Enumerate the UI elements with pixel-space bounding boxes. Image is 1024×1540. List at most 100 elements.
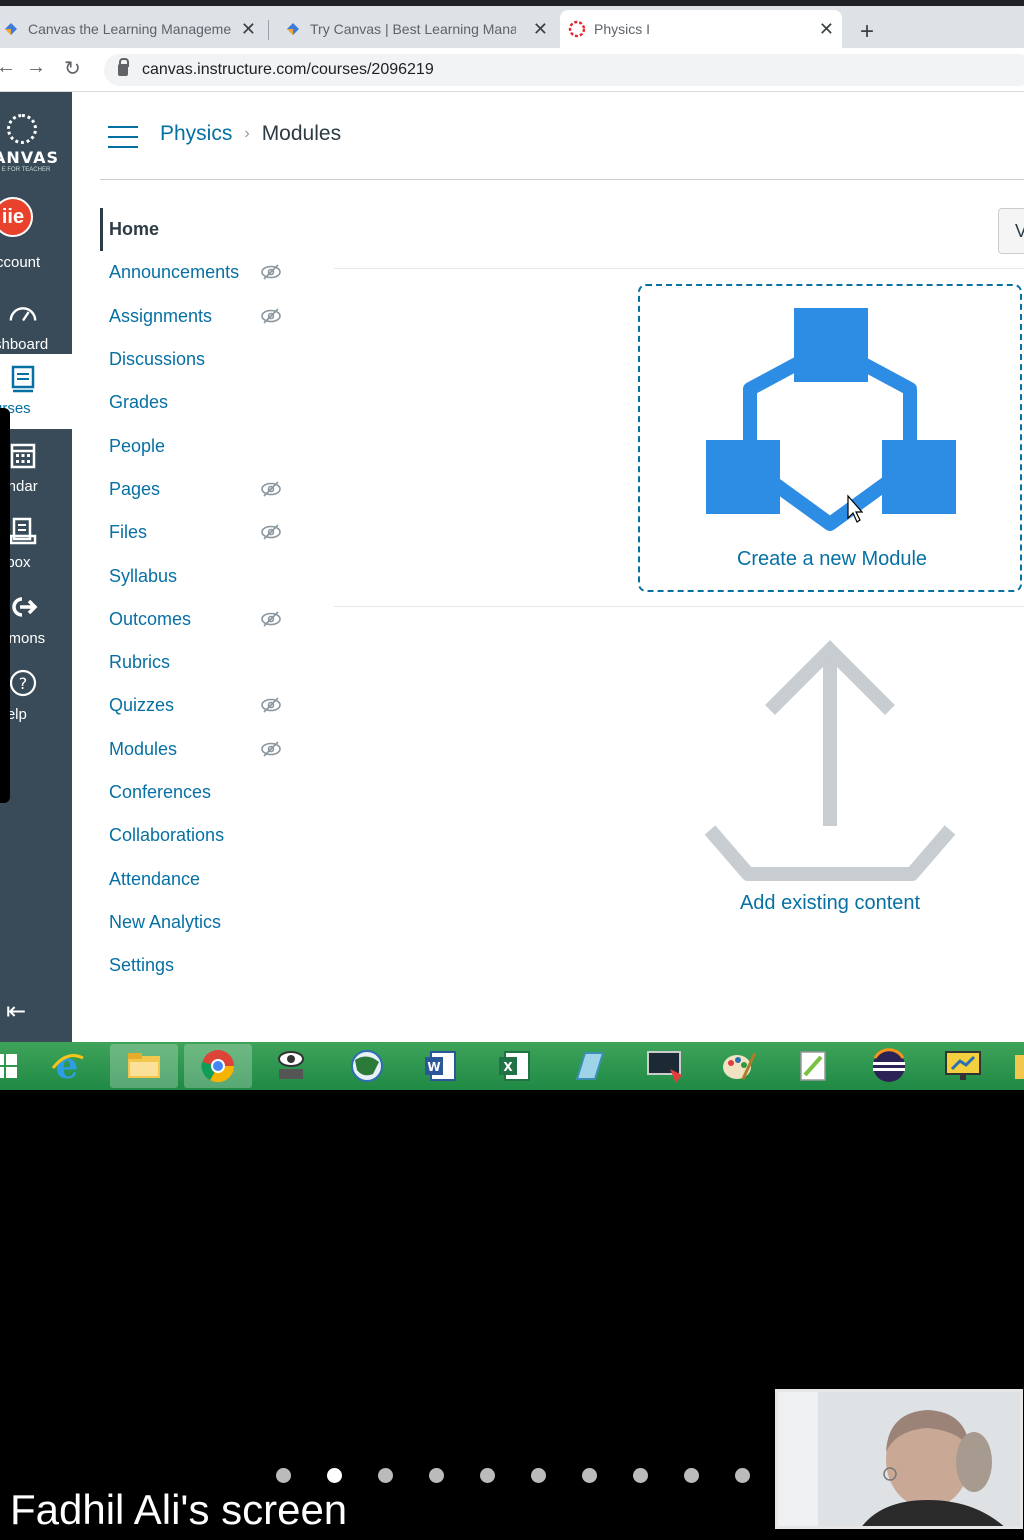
page-dot[interactable] [480, 1468, 495, 1483]
hidden-eye-icon [261, 611, 281, 627]
global-nav-inbox[interactable]: nbox [0, 506, 72, 581]
svg-text:W: W [427, 1060, 440, 1074]
course-navigation: Home Announcements Assignments Discussions G… [100, 208, 300, 987]
address-bar[interactable]: canvas.instructure.com/courses/2096219 [104, 54, 1024, 86]
course-nav-label: Grades [109, 392, 169, 413]
course-nav-item-home[interactable]: Home [100, 208, 300, 252]
course-nav-label: Rubrics [109, 652, 171, 673]
webcam-thumbnail[interactable] [775, 1389, 1023, 1529]
course-nav-item-announcements[interactable]: Announcements [100, 251, 300, 294]
global-nav-commons[interactable]: mmons [0, 582, 72, 657]
course-nav-item-outcomes[interactable]: Outcomes [100, 598, 300, 641]
course-nav-item-syllabus[interactable]: Syllabus [100, 554, 300, 597]
course-nav-label: Syllabus [109, 565, 178, 586]
eclipse-icon[interactable] [870, 1048, 908, 1084]
page-dot[interactable] [582, 1468, 597, 1483]
dashboard-icon [8, 298, 38, 328]
content-divider [334, 606, 1024, 607]
page-dot[interactable] [327, 1468, 342, 1483]
eye-scanner-app-icon[interactable] [272, 1048, 310, 1084]
taskbar-overflow-icon[interactable] [1012, 1048, 1024, 1084]
browser-tab-bar: Canvas the Learning Manageme ✕ Try Canva… [0, 0, 1024, 48]
canvas-logo[interactable]: ANVAS E FOR TEACHER [0, 92, 72, 184]
page-dot[interactable] [531, 1468, 546, 1483]
browser-toolbar: ← → ↻ canvas.instructure.com/courses/209… [0, 48, 1024, 92]
course-nav-item-settings[interactable]: Settings [100, 944, 300, 987]
network-globe-icon[interactable] [348, 1048, 386, 1084]
page-dot[interactable] [633, 1468, 648, 1483]
course-nav-label: Conferences [109, 782, 212, 802]
browser-tab-physics[interactable]: Physics I ✕ [560, 10, 842, 48]
global-nav-courses[interactable]: urses [0, 354, 72, 429]
logo-text: ANVAS [0, 148, 59, 167]
notes-app-icon[interactable] [570, 1048, 608, 1084]
back-arrow-icon[interactable]: ← [0, 56, 16, 79]
collapse-nav-icon[interactable]: ⇤ [6, 997, 26, 1026]
hidden-eye-icon [261, 481, 281, 497]
course-nav-item-conferences[interactable]: Conferences [100, 771, 300, 814]
course-nav-item-people[interactable]: People [100, 424, 300, 467]
new-tab-button[interactable]: + [860, 18, 874, 46]
course-nav-item-grades[interactable]: Grades [100, 381, 300, 424]
page-dot[interactable] [276, 1468, 291, 1483]
forward-arrow-icon[interactable]: → [26, 56, 46, 79]
module-graphic-icon [706, 308, 956, 531]
course-nav-item-rubrics[interactable]: Rubrics [100, 641, 300, 684]
page-dot[interactable] [684, 1468, 699, 1483]
create-module-dropzone[interactable]: Create a new Module [638, 284, 1022, 592]
course-nav-item-discussions[interactable]: Discussions [100, 338, 300, 381]
course-nav-item-modules[interactable]: Modules [100, 728, 300, 771]
svg-text:e: e [56, 1048, 79, 1084]
account-avatar-icon: iie [0, 197, 33, 237]
url-text: canvas.instructure.com/courses/2096219 [142, 61, 434, 78]
lock-icon [118, 58, 129, 76]
page-dot[interactable] [378, 1468, 393, 1483]
inbox-icon [8, 516, 38, 546]
hidden-eye-icon [261, 524, 281, 540]
presentation-monitor-icon[interactable] [944, 1048, 982, 1084]
global-nav-help[interactable]: ? Help [0, 658, 72, 733]
word-icon[interactable]: W [422, 1048, 460, 1084]
course-nav-label: People [109, 435, 166, 456]
paint-icon[interactable] [720, 1048, 758, 1084]
tab-close-icon[interactable]: ✕ [533, 19, 548, 40]
course-nav-label: Attendance [109, 868, 201, 889]
canvas-app: ANVAS E FOR TEACHER iie ccount shboard u… [0, 92, 1024, 1042]
global-nav-label: shboard [0, 336, 49, 353]
course-nav-item-collaborations[interactable]: Collaborations [100, 814, 300, 857]
course-nav-item-new-analytics[interactable]: New Analytics [100, 901, 300, 944]
course-nav-label: Home [109, 219, 160, 240]
add-existing-content-link[interactable]: Add existing content [680, 892, 980, 915]
hamburger-menu-icon[interactable] [108, 126, 138, 148]
course-nav-item-assignments[interactable]: Assignments [100, 295, 300, 338]
breadcrumb-course-link[interactable]: Physics [160, 122, 232, 146]
page-dot[interactable] [735, 1468, 750, 1483]
view-progress-button[interactable]: V [998, 208, 1024, 254]
notepad-plus-icon[interactable] [794, 1048, 832, 1084]
create-module-label: Create a new Module [736, 548, 928, 570]
course-nav-item-attendance[interactable]: Attendance [100, 857, 300, 900]
global-nav-dashboard[interactable]: shboard [0, 288, 72, 363]
browser-tab-canvas[interactable]: Canvas the Learning Manageme ✕ [0, 10, 264, 48]
tab-close-icon[interactable]: ✕ [819, 19, 834, 40]
global-nav-account[interactable]: iie ccount [0, 196, 72, 271]
screen-share-page-indicator [276, 1468, 786, 1483]
file-explorer-icon[interactable] [110, 1044, 178, 1088]
course-nav-label: Files [109, 522, 148, 543]
internet-explorer-icon[interactable]: e [48, 1048, 86, 1084]
excel-icon[interactable]: X [496, 1048, 534, 1084]
global-nav-calendar[interactable]: lendar [0, 430, 72, 505]
canvas-favicon-icon [2, 20, 20, 38]
tab-close-icon[interactable]: ✕ [241, 19, 256, 40]
page-dot[interactable] [429, 1468, 444, 1483]
browser-tab-try-canvas[interactable]: Try Canvas | Best Learning Mana ✕ [276, 10, 556, 48]
course-nav-item-pages[interactable]: Pages [100, 468, 300, 511]
hidden-eye-icon [261, 264, 281, 280]
course-nav-item-quizzes[interactable]: Quizzes [100, 684, 300, 727]
course-nav-label: Modules [109, 738, 178, 759]
windows-start-icon[interactable] [0, 1048, 24, 1084]
chrome-icon[interactable] [184, 1044, 252, 1088]
course-nav-item-files[interactable]: Files [100, 511, 300, 554]
reload-icon[interactable]: ↻ [64, 56, 81, 81]
terminal-app-icon[interactable] [646, 1048, 684, 1084]
